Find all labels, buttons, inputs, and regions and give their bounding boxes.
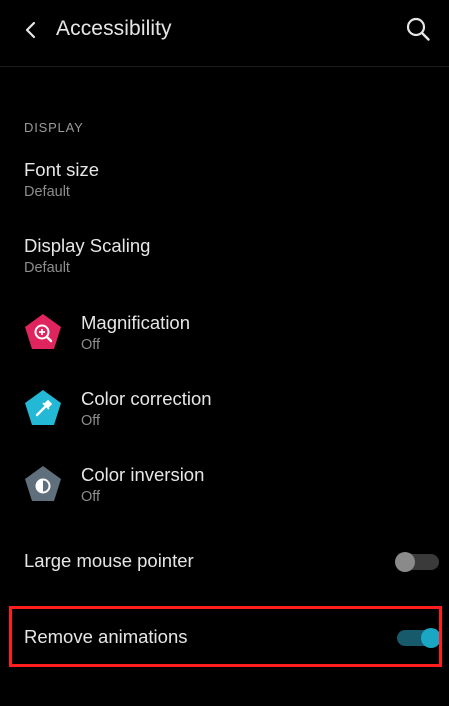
setting-value: Off [81, 413, 101, 429]
setting-label: Color correction [81, 388, 212, 409]
setting-magnification[interactable]: Magnification Off [0, 308, 449, 368]
setting-display-scaling[interactable]: Display Scaling Default [0, 231, 449, 291]
toggle-thumb [395, 552, 415, 572]
search-button[interactable] [403, 14, 433, 44]
setting-color-correction[interactable]: Color correction Off [0, 384, 449, 444]
setting-color-inversion[interactable]: Color inversion Off [0, 460, 449, 520]
page-title: Accessibility [56, 17, 172, 40]
setting-value: Default [24, 260, 70, 276]
setting-label: Color inversion [81, 464, 205, 485]
highlight-box [9, 606, 442, 667]
back-button[interactable] [14, 15, 48, 45]
large-mouse-pointer-toggle[interactable] [395, 551, 439, 573]
color-inversion-icon [24, 465, 62, 503]
setting-value: Default [24, 184, 70, 200]
search-icon [406, 17, 430, 41]
setting-large-mouse-pointer[interactable]: Large mouse pointer [0, 544, 449, 580]
top-app-bar: Accessibility [0, 0, 449, 67]
section-header-display: DISPLAY [24, 120, 84, 135]
setting-label: Magnification [81, 312, 191, 333]
setting-label: Display Scaling [24, 235, 151, 256]
color-correction-icon [24, 389, 62, 427]
chevron-left-icon [25, 21, 36, 39]
setting-font-size[interactable]: Font size Default [0, 155, 449, 215]
setting-label: Font size [24, 159, 100, 180]
setting-value: Off [81, 489, 101, 505]
magnification-icon [24, 313, 62, 351]
setting-label: Large mouse pointer [24, 550, 194, 571]
setting-value: Off [81, 337, 101, 353]
